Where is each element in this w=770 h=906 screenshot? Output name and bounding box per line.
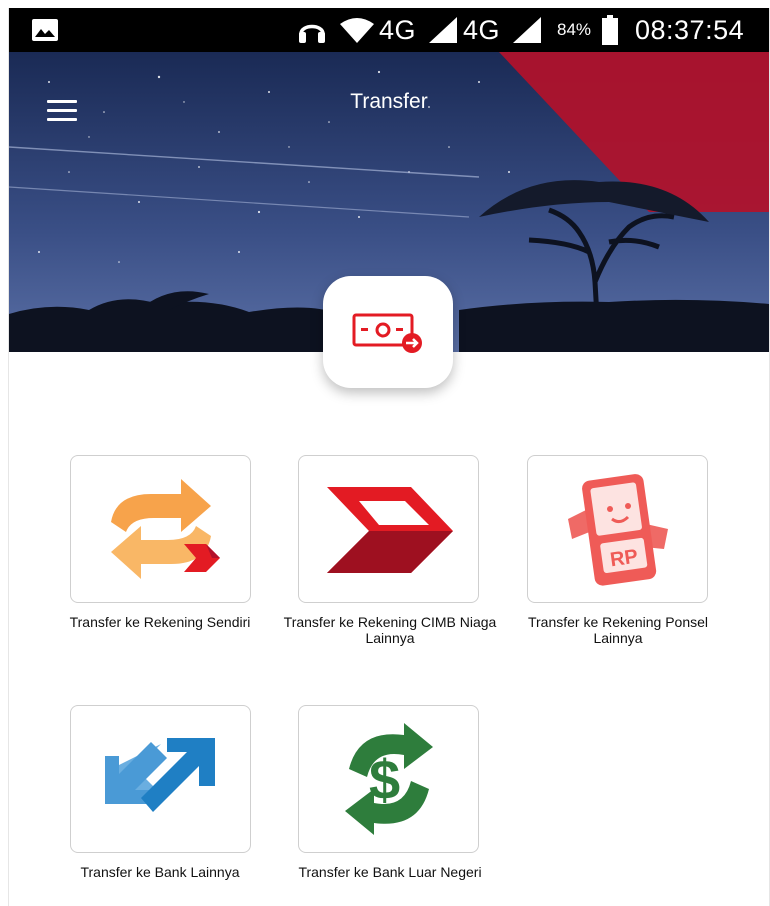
cimb-niaga-transfer-label[interactable]: Transfer ke Rekening CIMB Niaga Lainnya: [275, 614, 505, 646]
battery-percent: 84%: [557, 20, 592, 39]
other-bank-arrows-icon: [104, 738, 215, 812]
wifi-icon: [339, 8, 375, 52]
signal-icon-1: [428, 8, 458, 52]
mobile-account-transfer-label[interactable]: Transfer ke Rekening Ponsel Lainnya: [503, 614, 733, 646]
svg-text:RP: RP: [608, 546, 639, 572]
own-account-transfer-icon: [110, 479, 220, 579]
signal-icon-2: [512, 8, 542, 52]
headphones-icon: [297, 8, 327, 52]
svg-text:$: $: [369, 748, 400, 811]
network-type-2: 4G: [463, 14, 501, 45]
gallery-notification-icon: [31, 8, 59, 52]
other-bank-transfer-tile[interactable]: [70, 705, 251, 853]
cimb-niaga-icon: [326, 487, 453, 573]
page-title: Transfer: [350, 90, 428, 113]
own-account-transfer-tile[interactable]: [70, 455, 251, 603]
status-bar: 4G 4G 84% 08:37:54: [9, 8, 769, 52]
foreign-bank-transfer-tile[interactable]: $: [298, 705, 479, 853]
cimb-niaga-transfer-tile[interactable]: [298, 455, 479, 603]
clock: 08:37:54: [635, 14, 745, 45]
foreign-dollar-icon: $: [344, 723, 433, 835]
transfer-badge: [323, 276, 453, 388]
menu-line: [47, 118, 77, 121]
battery-icon: [601, 8, 619, 52]
own-account-transfer-label[interactable]: Transfer ke Rekening Sendiri: [45, 614, 275, 630]
foreign-bank-transfer-label[interactable]: Transfer ke Bank Luar Negeri: [275, 864, 505, 880]
app-screen: 4G 4G 84% 08:37:54 Transfer Transfer ke …: [8, 8, 770, 906]
mobile-account-transfer-tile[interactable]: RP: [527, 455, 708, 603]
network-type-1: 4G: [379, 14, 417, 45]
money-transfer-icon: [352, 313, 422, 353]
other-bank-transfer-label[interactable]: Transfer ke Bank Lainnya: [45, 864, 275, 880]
mobile-account-rp-icon: RP: [567, 474, 668, 586]
